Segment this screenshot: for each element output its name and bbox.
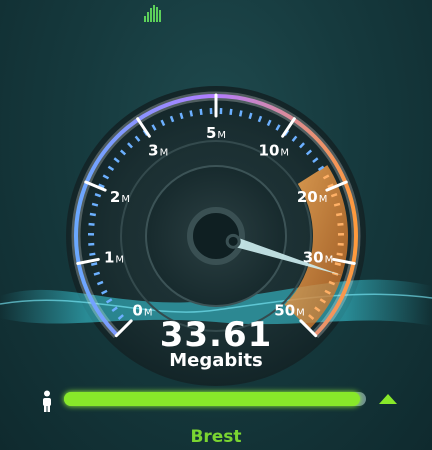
gauge-minor-tick	[334, 262, 342, 266]
person-icon	[43, 390, 51, 412]
gauge-minor-tick	[189, 110, 194, 117]
upload-triangle-icon	[379, 394, 397, 404]
test-progress-bar	[64, 392, 366, 406]
gauge-minor-tick	[335, 212, 343, 217]
gauge-minor-tick	[90, 262, 98, 266]
gauge-minor-tick	[248, 112, 253, 120]
gauge-minor-tick	[93, 271, 101, 276]
gauge-minor-tick	[89, 212, 97, 217]
gauge-minor-tick	[179, 112, 184, 120]
gauge-minor-tick	[89, 252, 96, 256]
server-name: Brest	[190, 427, 242, 447]
speed-value: 33.61	[159, 315, 273, 355]
needle-pivot	[225, 233, 241, 249]
gauge-minor-tick	[333, 202, 341, 207]
gauge-minor-tick	[199, 108, 203, 116]
gauge-minor-tick	[88, 222, 95, 226]
speed-unit: Megabits	[169, 350, 263, 371]
gauge-minor-tick	[336, 252, 343, 256]
test-progress-fill	[64, 392, 360, 406]
gauge-minor-tick	[238, 110, 243, 117]
speed-gauge: 0M1M2M3M5M10M20M30M50M	[0, 86, 432, 386]
gauge-minor-tick	[337, 222, 344, 226]
gauge-minor-tick	[229, 108, 233, 116]
gauge-minor-tick	[91, 202, 99, 207]
speedtest-screen: 0M 1M 2M 3M 5M 10M 20M 30M 50M 33.61 Megabits Br…	[0, 0, 432, 450]
